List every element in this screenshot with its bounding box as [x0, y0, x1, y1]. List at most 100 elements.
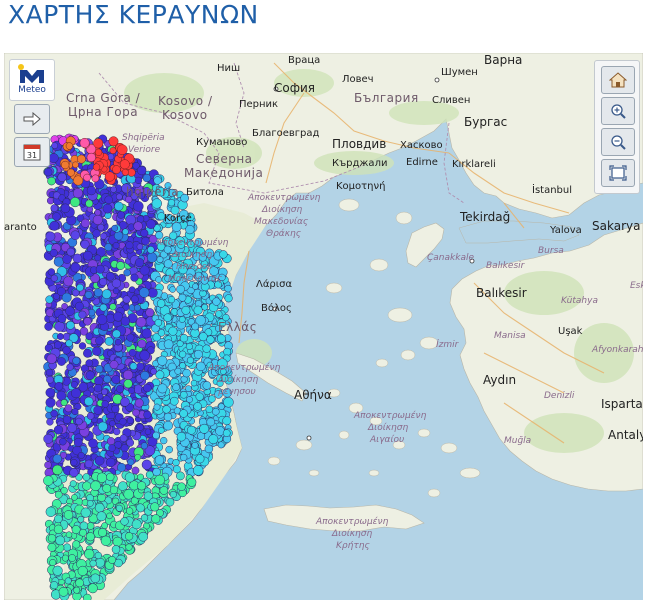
map-label: Црна Гора: [68, 105, 139, 119]
lightning-strike: [138, 287, 150, 298]
zoom-in-button[interactable]: [601, 97, 635, 125]
lightning-strike: [178, 316, 186, 323]
lightning-strike: [165, 445, 173, 454]
lightning-strike: [169, 490, 177, 499]
lightning-strike: [120, 397, 130, 407]
lightning-strike: [78, 310, 87, 319]
lightning-strike: [176, 431, 187, 442]
lightning-strike: [86, 152, 96, 163]
lightning-strike: [94, 148, 103, 156]
map-label: Пловдив: [332, 137, 387, 151]
map-label: Muğla: [504, 436, 532, 446]
lightning-strike: [143, 410, 152, 419]
lightning-strike: [79, 528, 87, 537]
lightning-strike: [46, 418, 54, 426]
lightning-strike: [160, 292, 169, 300]
lightning-strike: [147, 246, 155, 254]
lightning-strike: [79, 521, 89, 531]
map-label: Διοίκηση: [332, 529, 373, 539]
lightning-strike: [137, 165, 147, 176]
map-label: Antaly: [608, 428, 643, 442]
lightning-strike: [191, 322, 200, 331]
lightning-strike: [97, 421, 108, 432]
lightning-strike: [186, 396, 193, 403]
lightning-strike: [104, 171, 115, 182]
lightning-strike: [127, 458, 135, 466]
lightning-strike: [57, 357, 66, 366]
lightning-map[interactable]: Crna Gora / Црна Гора Kosovo / Kosovo Ни…: [4, 53, 643, 600]
lightning-strike: [85, 199, 94, 208]
lightning-strike: [76, 154, 86, 164]
lightning-strike: [109, 147, 117, 155]
lightning-strike: [95, 336, 104, 345]
right-controls: [594, 60, 640, 194]
lightning-strike: [167, 295, 176, 304]
lightning-strike: [87, 583, 98, 594]
map-label: Αποκεντρωμένη: [156, 238, 229, 248]
lightning-strike: [52, 565, 63, 576]
lightning-strike: [212, 297, 221, 306]
calendar-button[interactable]: 31: [14, 137, 50, 167]
lightning-strike: [55, 535, 66, 546]
lightning-strike: [95, 557, 105, 568]
lightning-strike: [58, 586, 69, 597]
lightning-strike: [193, 402, 202, 411]
home-button[interactable]: [601, 66, 635, 94]
lightning-strike: [80, 507, 91, 518]
map-label: Кърджали: [332, 158, 388, 169]
lightning-strike: [44, 461, 52, 469]
lightning-strike: [219, 250, 228, 259]
map-label: Aydın: [483, 373, 517, 387]
lightning-strike: [108, 555, 117, 564]
map-label: Κρήτης: [336, 541, 370, 551]
zoom-out-icon: [611, 135, 626, 150]
lightning-strike: [70, 197, 81, 208]
lightning-strike: [178, 293, 187, 302]
lightning-strike: [68, 554, 76, 562]
map-label: Сливен: [432, 95, 471, 106]
meteo-logo[interactable]: Meteo: [9, 59, 55, 101]
lightning-strike: [63, 510, 74, 520]
lightning-strike: [82, 473, 91, 481]
lightning-strike: [177, 482, 186, 491]
lightning-strike: [128, 286, 136, 294]
lightning-strike: [126, 333, 135, 342]
map-label: Перник: [239, 99, 279, 110]
page-title: ΧΑΡΤΗΣ ΚΕΡΑΥΝΩΝ: [8, 0, 259, 29]
lightning-strike: [119, 159, 130, 170]
lightning-strike: [179, 334, 189, 343]
fullscreen-button[interactable]: [601, 159, 635, 187]
zoom-out-button[interactable]: [601, 128, 635, 156]
lightning-strike: [47, 534, 57, 543]
lightning-strike: [57, 314, 67, 323]
lightning-strike: [140, 442, 148, 450]
lightning-strike: [223, 397, 234, 408]
lightning-strike: [70, 230, 81, 240]
lightning-strike: [154, 455, 165, 465]
lightning-strike: [163, 259, 173, 269]
lightning-strike: [77, 565, 88, 576]
lightning-strike: [85, 532, 95, 542]
lightning-strike: [126, 438, 135, 447]
map-label: Варна: [484, 53, 523, 67]
map-label: Βόλος: [261, 303, 292, 314]
lightning-strike: [176, 284, 185, 294]
map-label: Isparta: [601, 397, 643, 411]
lightning-strike: [130, 295, 139, 304]
lightning-strike: [99, 303, 108, 312]
lightning-strike: [83, 250, 93, 261]
lightning-strike: [172, 465, 181, 474]
lightning-strike: [60, 203, 71, 214]
map-label: Ελλάς: [218, 320, 258, 334]
lightning-strike: [192, 283, 199, 290]
lightning-strike: [77, 451, 85, 459]
lightning-strike: [94, 551, 102, 560]
lightning-strike: [102, 203, 113, 214]
lightning-strike: [182, 368, 191, 378]
lightning-strike: [127, 168, 136, 177]
lightning-strike: [111, 375, 121, 384]
next-button[interactable]: [14, 104, 50, 134]
lightning-strike: [46, 353, 57, 364]
lightning-strike: [145, 308, 155, 318]
lightning-strike: [45, 295, 54, 304]
